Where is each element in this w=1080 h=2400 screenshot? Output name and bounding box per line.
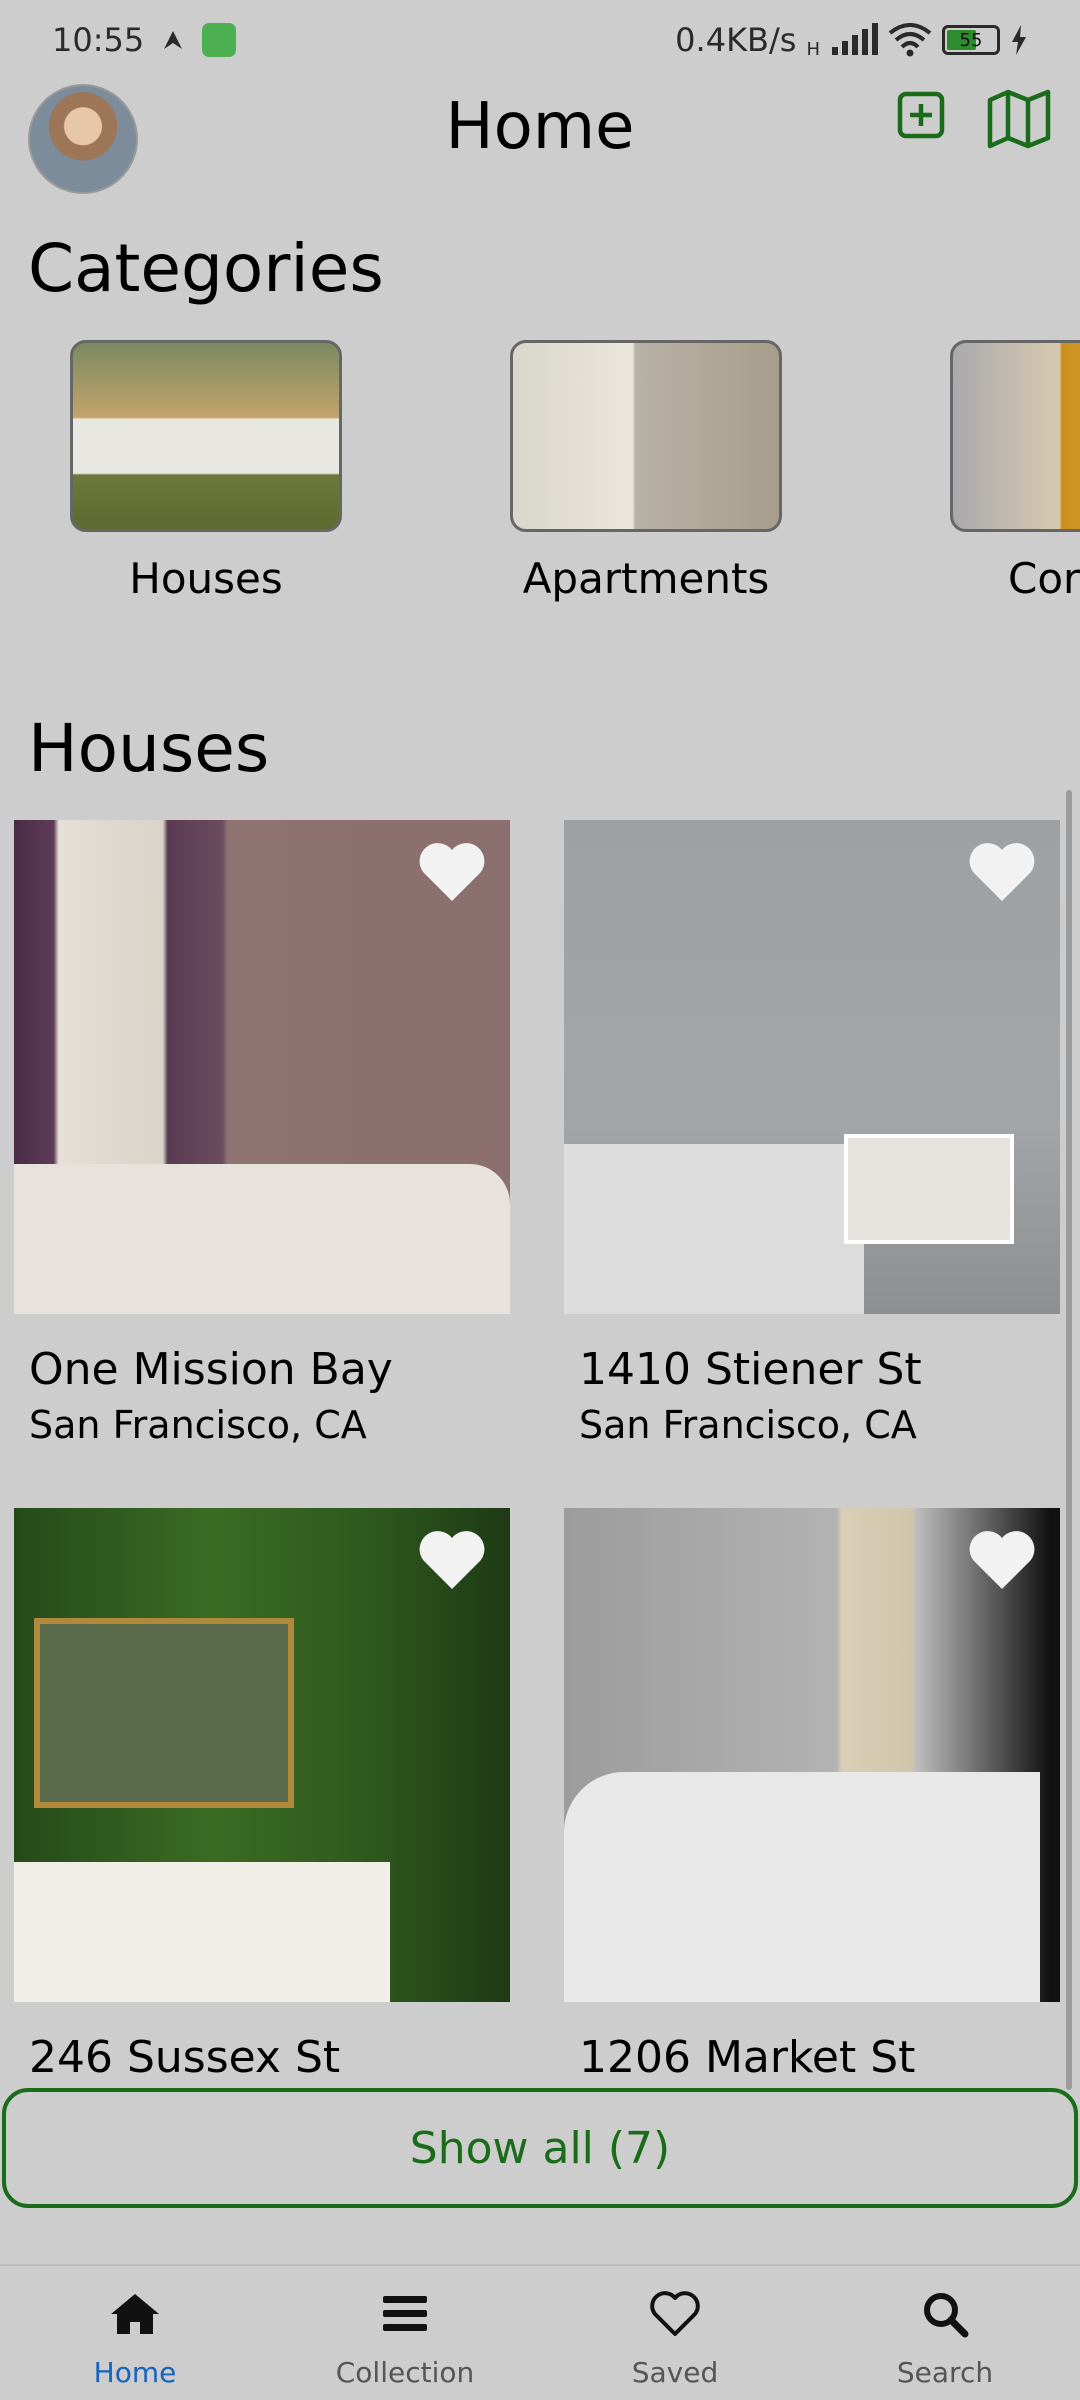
- status-time: 10:55: [52, 21, 145, 59]
- status-bar: 10:55 0.4KB/s H 55: [0, 0, 1080, 80]
- nav-label: Home: [93, 2356, 177, 2389]
- show-all-button[interactable]: Show all (7): [2, 2088, 1078, 2208]
- search-icon: [924, 2293, 969, 2338]
- category-thumbnail: [950, 340, 1080, 532]
- nav-home[interactable]: Home: [0, 2266, 270, 2400]
- listing-name: 1410 Stiener St: [579, 1344, 922, 1395]
- charging-icon: [1012, 25, 1026, 55]
- listing-card[interactable]: One Mission Bay San Francisco, CA: [14, 820, 510, 1447]
- listing-card[interactable]: 246 Sussex St: [14, 1508, 510, 2083]
- category-thumbnail: [70, 340, 342, 532]
- listing-name: 1206 Market St: [579, 2032, 916, 2083]
- nav-label: Search: [896, 2356, 994, 2389]
- category-houses[interactable]: Houses: [70, 340, 342, 603]
- categories-carousel[interactable]: Houses Apartments Cor: [0, 340, 1080, 610]
- favorite-heart-icon[interactable]: [966, 838, 1038, 904]
- scrollbar[interactable]: [1066, 790, 1072, 2090]
- favorite-heart-icon[interactable]: [966, 1526, 1038, 1592]
- nav-saved[interactable]: Saved: [540, 2266, 810, 2400]
- houses-title: Houses: [28, 710, 270, 787]
- battery-level: 55: [959, 29, 983, 51]
- favorite-heart-icon[interactable]: [416, 1526, 488, 1592]
- nav-search[interactable]: Search: [810, 2266, 1080, 2400]
- home-icon: [111, 2294, 159, 2334]
- nav-collection[interactable]: Collection: [270, 2266, 540, 2400]
- battery-icon: 55: [942, 25, 1000, 55]
- listing-city: San Francisco, CA: [579, 1403, 917, 1447]
- nav-label: Saved: [631, 2356, 719, 2389]
- network-speed: 0.4KB/s: [675, 21, 797, 59]
- bottom-navigation: Home Collection Saved Search: [0, 2264, 1080, 2400]
- signal-icon: [832, 23, 878, 55]
- nav-label: Collection: [335, 2356, 475, 2389]
- listing-city: San Francisco, CA: [29, 1403, 367, 1447]
- favorite-heart-icon[interactable]: [416, 838, 488, 904]
- wifi-icon: [888, 23, 932, 57]
- listing-photo: [14, 1508, 510, 2002]
- listing-card[interactable]: 1410 Stiener St San Francisco, CA: [564, 820, 1060, 1447]
- menu-icon: [383, 2296, 427, 2331]
- category-apartments[interactable]: Apartments: [510, 340, 782, 603]
- listing-photo: [564, 820, 1060, 1314]
- map-icon[interactable]: [984, 84, 1054, 154]
- network-type: H: [806, 38, 820, 60]
- category-label: Houses: [129, 554, 283, 603]
- notification-icon: [164, 31, 183, 49]
- add-square-icon[interactable]: [886, 84, 956, 154]
- listing-name: One Mission Bay: [29, 1344, 393, 1395]
- category-thumbnail: [510, 340, 782, 532]
- listing-photo: [564, 1508, 1060, 2002]
- listing-name: 246 Sussex St: [29, 2032, 341, 2083]
- category-label: Apartments: [522, 554, 770, 603]
- category-label: Cor: [1008, 554, 1080, 603]
- categories-title: Categories: [28, 230, 384, 307]
- listing-card[interactable]: 1206 Market St: [564, 1508, 1060, 2083]
- app-header: Home: [0, 80, 1080, 200]
- heart-icon: [650, 2291, 700, 2336]
- category-condos[interactable]: Cor: [950, 340, 1080, 603]
- listing-photo: [14, 820, 510, 1314]
- app-icon: [202, 23, 237, 57]
